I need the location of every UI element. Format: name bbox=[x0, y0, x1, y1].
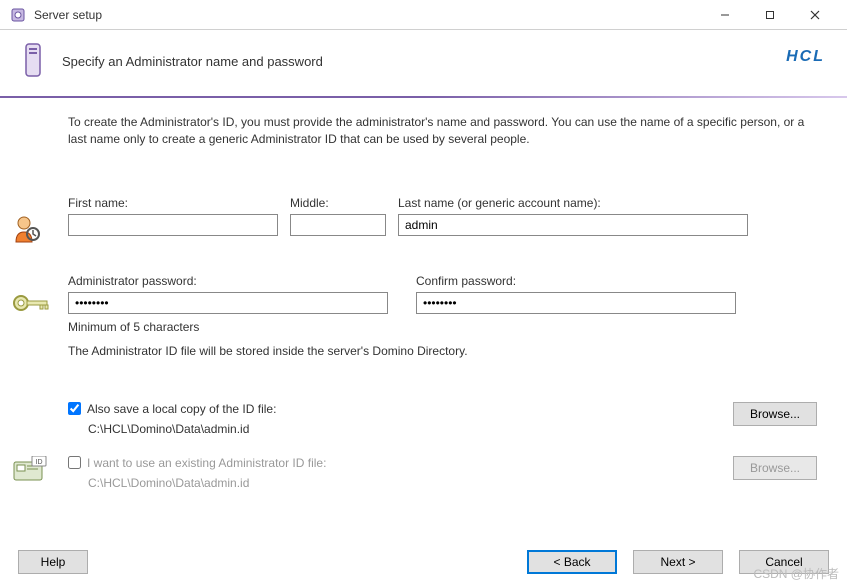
minimize-button[interactable] bbox=[702, 0, 747, 30]
key-icon bbox=[12, 274, 68, 314]
close-button[interactable] bbox=[792, 0, 837, 30]
browse-existing-id-button: Browse... bbox=[733, 456, 817, 480]
app-icon bbox=[10, 7, 26, 23]
window-title: Server setup bbox=[34, 8, 702, 22]
titlebar: Server setup bbox=[0, 0, 847, 30]
use-existing-id-path: C:\HCL\Domino\Data\admin.id bbox=[88, 476, 687, 490]
id-card-icon: ID bbox=[12, 456, 68, 482]
use-existing-id-row: ID I want to use an existing Administrat… bbox=[68, 456, 817, 490]
name-row: First name: Middle: Last name (or generi… bbox=[68, 196, 817, 244]
password-row: Administrator password: Minimum of 5 cha… bbox=[68, 274, 817, 334]
password-hint: Minimum of 5 characters bbox=[68, 320, 388, 334]
first-name-label: First name: bbox=[68, 196, 278, 210]
password-input[interactable] bbox=[68, 292, 388, 314]
page-title: Specify an Administrator name and passwo… bbox=[62, 54, 323, 69]
save-local-copy-checkbox[interactable] bbox=[68, 402, 81, 415]
wizard-footer: Help < Back Next > Cancel bbox=[0, 550, 847, 574]
first-name-input[interactable] bbox=[68, 214, 278, 236]
next-button[interactable]: Next > bbox=[633, 550, 723, 574]
save-local-copy-row: Also save a local copy of the ID file: C… bbox=[68, 402, 817, 436]
save-local-copy-path: C:\HCL\Domino\Data\admin.id bbox=[88, 422, 687, 436]
watermark: CSDN @协作者 bbox=[753, 565, 839, 582]
help-button[interactable]: Help bbox=[18, 550, 88, 574]
last-name-label: Last name (or generic account name): bbox=[398, 196, 748, 210]
save-local-copy-label: Also save a local copy of the ID file: bbox=[87, 402, 276, 416]
wizard-header: Specify an Administrator name and passwo… bbox=[0, 30, 847, 96]
use-existing-id-label: I want to use an existing Administrator … bbox=[87, 456, 326, 470]
password-label: Administrator password: bbox=[68, 274, 388, 288]
confirm-password-label: Confirm password: bbox=[416, 274, 736, 288]
middle-name-input[interactable] bbox=[290, 214, 386, 236]
middle-name-label: Middle: bbox=[290, 196, 386, 210]
storage-note: The Administrator ID file will be stored… bbox=[68, 344, 817, 358]
use-existing-id-checkbox[interactable] bbox=[68, 456, 81, 469]
intro-text: To create the Administrator's ID, you mu… bbox=[68, 114, 817, 148]
user-icon bbox=[12, 196, 68, 244]
server-tower-icon bbox=[18, 40, 48, 82]
svg-text:ID: ID bbox=[36, 459, 43, 466]
last-name-input[interactable] bbox=[398, 214, 748, 236]
maximize-button[interactable] bbox=[747, 0, 792, 30]
content-area: To create the Administrator's ID, you mu… bbox=[0, 98, 847, 490]
back-button[interactable]: < Back bbox=[527, 550, 617, 574]
brand-logo: HCL bbox=[786, 48, 825, 66]
window-buttons bbox=[702, 0, 837, 30]
confirm-password-input[interactable] bbox=[416, 292, 736, 314]
browse-local-copy-button[interactable]: Browse... bbox=[733, 402, 817, 426]
